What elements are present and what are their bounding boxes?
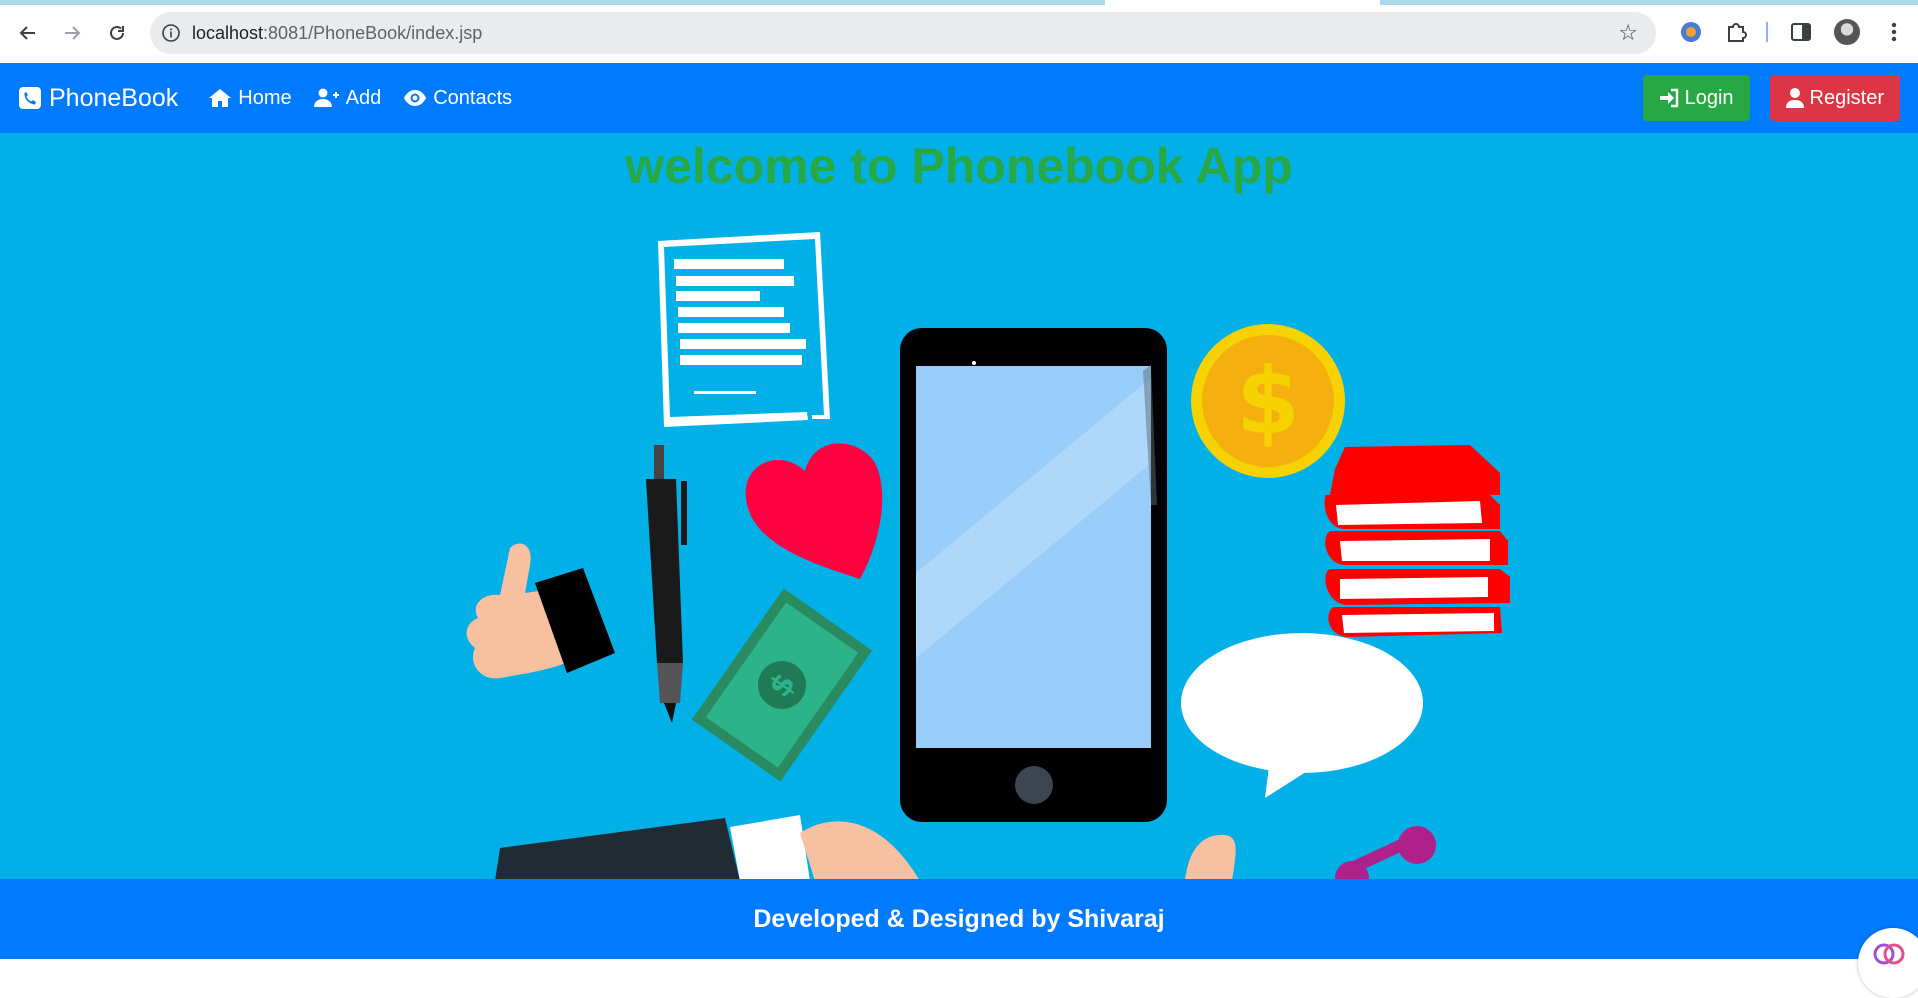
pen-icon [646,445,687,723]
home-icon [209,89,232,107]
hero-title: welcome to Phonebook App [625,138,1293,194]
nav-home[interactable]: Home [208,86,292,110]
thumbs-up-icon [466,543,615,679]
bottom-strip [0,959,1918,968]
tab-strip [0,0,1918,5]
kebab-menu-icon[interactable] [1878,16,1910,48]
reload-icon [110,25,124,40]
app-navbar: PhoneBook Home Add Contacts Login Regist… [0,63,1918,133]
register-label: Register [1809,86,1884,109]
info-icon[interactable] [150,12,192,54]
side-panel-icon[interactable] [1785,16,1817,48]
star-icon[interactable]: ☆ [1618,20,1638,46]
nav-add-label: Add [345,86,382,109]
url-host: localhost [192,22,264,43]
svg-text:$: $ [1236,348,1300,455]
footer-credit: Developed & Designed by Shivaraj [753,904,1165,933]
heart-icon [745,443,883,579]
assistant-widget-icon[interactable] [1858,928,1918,998]
user-icon [1785,88,1804,108]
reload-button[interactable] [99,15,135,51]
footer: Developed & Designed by Shivaraj [0,879,1918,959]
nav-home-label: Home [238,86,292,109]
phone-square-icon [19,87,41,109]
smartphone-icon [900,328,1167,822]
puzzle-icon[interactable] [1720,16,1752,48]
address-bar[interactable]: localhost:8081/PhoneBook/index.jsp ☆ [150,12,1656,54]
sign-in-icon [1659,88,1678,108]
forward-button[interactable] [54,15,90,51]
eye-icon [404,90,427,106]
extension-icon[interactable] [1675,16,1707,48]
coin-icon: $ [1191,324,1345,478]
books-icon [1324,445,1510,637]
profile-avatar[interactable] [1831,16,1863,48]
toolbar-divider [1766,22,1768,42]
brand-label: PhoneBook [49,83,179,112]
hero-illustration: $ $ [466,232,1510,879]
brand-link[interactable]: PhoneBook [19,84,178,113]
auth-buttons: Login Register [1642,75,1900,121]
user-plus-icon [313,88,339,107]
arrow-right-icon [65,26,81,40]
back-button[interactable] [10,15,46,51]
businessman-hand-icon [495,815,919,879]
avatar-icon [1834,19,1860,45]
banknote-icon: $ [691,588,873,782]
browser-toolbar: localhost:8081/PhoneBook/index.jsp ☆ [0,0,1918,64]
speech-bubble-icon [1181,633,1423,798]
molecule-icon [1335,826,1436,879]
nav-contacts-label: Contacts [433,86,513,109]
url-text: localhost:8081/PhoneBook/index.jsp [192,23,482,44]
url-path: :8081/PhoneBook/index.jsp [263,22,483,43]
nav-contacts[interactable]: Contacts [403,87,512,110]
hero-section: $ $ welcome to Phonebook App [0,133,1918,879]
register-button[interactable]: Register [1769,75,1900,121]
hand-icon [1185,834,1236,879]
document-icon [658,232,830,427]
arrow-left-icon [19,26,35,40]
nav-add[interactable]: Add [313,86,382,110]
login-label: Login [1684,86,1734,109]
login-button[interactable]: Login [1642,75,1750,121]
